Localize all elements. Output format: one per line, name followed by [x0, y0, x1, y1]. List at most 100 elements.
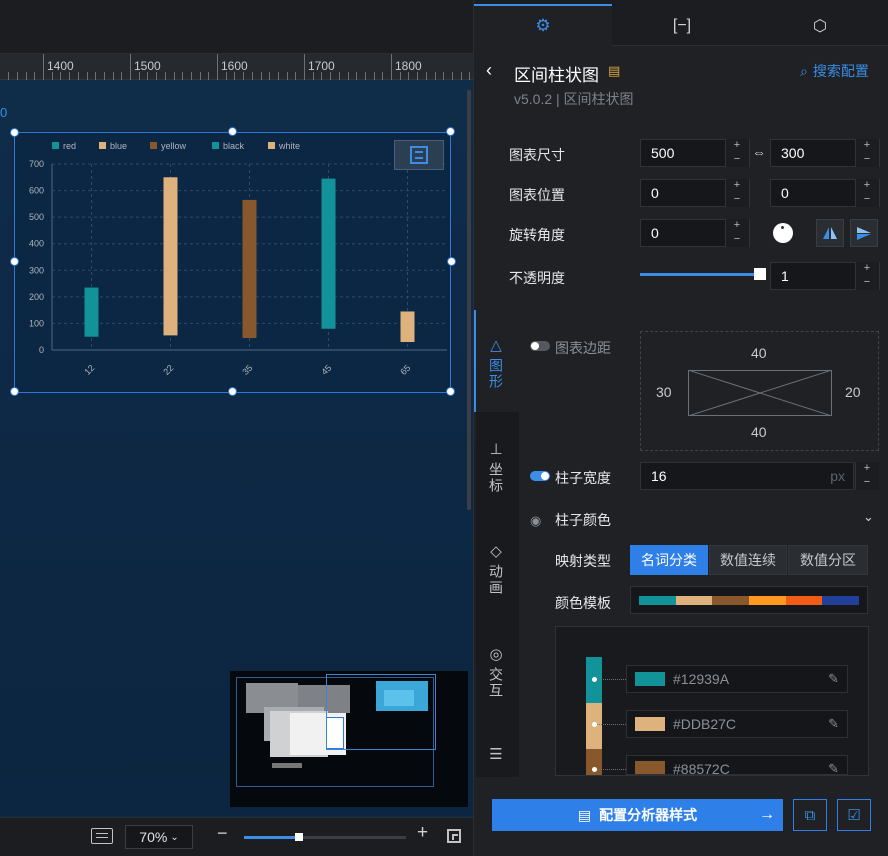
color-row[interactable]: #DDB27C ✎ [626, 710, 848, 738]
color-swatch[interactable] [635, 717, 665, 731]
margin-left[interactable]: 30 [656, 384, 672, 400]
margin-bottom[interactable]: 40 [751, 424, 767, 440]
chevron-down-icon: ⌄ [170, 831, 179, 843]
vtab-axis[interactable]: ⊥ 坐标 [474, 440, 518, 500]
template-color [639, 595, 676, 605]
canvas-panel: 1400 1500 1600 1700 1800 0 700 600 500 400 3… [0, 0, 473, 856]
resize-handle[interactable] [10, 128, 19, 137]
resize-handle[interactable] [10, 257, 19, 266]
config-panel: ⚙ [−] ⬡ ‹ 区间柱状图 ▤ ⌕ 搜索配置 v5.0.2 | 区间柱状图 图… [473, 0, 888, 856]
chart-type-icon[interactable] [394, 140, 444, 170]
rotation-dial[interactable] [773, 223, 793, 243]
collapse-icon[interactable]: ⌄ [863, 509, 874, 525]
search-config-link[interactable]: ⌕ 搜索配置 [800, 61, 869, 81]
ruler-tick [86, 72, 88, 80]
vtab-list[interactable]: ☰ [474, 745, 518, 775]
size-label: 图表尺寸 [509, 147, 565, 163]
margin-top[interactable]: 40 [751, 345, 767, 361]
flip-vertical-button[interactable] [850, 219, 878, 247]
pos-y-stepper[interactable]: + − [855, 179, 879, 207]
margin-toggle[interactable] [530, 341, 550, 351]
margin-right[interactable]: 20 [845, 384, 861, 400]
rotation-label: 旋转角度 [509, 227, 565, 243]
list-icon: ☰ [489, 746, 503, 763]
range-bar [242, 199, 257, 339]
pin-icon[interactable]: ✎ [828, 671, 839, 687]
ruler-tick [269, 72, 271, 80]
vtab-shape[interactable]: △ 图形 [474, 336, 518, 396]
keyboard-icon[interactable] [91, 828, 113, 844]
copy-check-button[interactable]: ☑ [837, 799, 871, 831]
color-row[interactable]: #88572C ✎ [626, 755, 848, 775]
ruler-tick [112, 72, 114, 80]
bar-width-input[interactable]: 16 px [640, 462, 854, 490]
pos-x-stepper[interactable]: + − [725, 179, 749, 207]
height-stepper[interactable]: + − [855, 139, 879, 167]
resize-handle[interactable] [446, 127, 455, 136]
sliders-icon: ⚙ [535, 16, 551, 35]
bar-width-toggle[interactable] [530, 471, 550, 481]
doc-icon[interactable]: ▤ [608, 63, 620, 79]
opacity-slider[interactable] [640, 268, 766, 280]
ruler-tick [190, 72, 192, 80]
tab-config[interactable]: ⚙ [474, 4, 612, 46]
opacity-stepper[interactable]: + − [855, 262, 879, 290]
rotation-stepper[interactable]: + − [725, 219, 749, 247]
color-swatch[interactable] [635, 672, 665, 686]
eye-icon[interactable]: ◉ [530, 513, 541, 529]
ruler-tick [347, 72, 349, 80]
ruler-tick [69, 72, 71, 80]
resize-handle[interactable] [228, 387, 237, 396]
pin-icon[interactable]: ✎ [828, 716, 839, 732]
bar-width-stepper[interactable]: + − [855, 462, 879, 490]
ruler-tick [382, 72, 384, 80]
resize-handle[interactable] [228, 127, 237, 136]
ruler-tick [469, 72, 471, 80]
ruler-tick [304, 54, 305, 80]
legend-swatch [52, 142, 59, 149]
position-label: 图表位置 [509, 187, 565, 203]
x-tick-label: 12 [82, 363, 96, 377]
pin-icon[interactable]: ✎ [828, 761, 839, 774]
opacity-slider-thumb[interactable] [754, 268, 766, 280]
map-type-category[interactable]: 名词分类 [630, 545, 708, 575]
legend-swatch [99, 142, 106, 149]
zoom-in-button[interactable]: + [417, 822, 428, 844]
copy-add-button[interactable]: ⧉ [793, 799, 827, 831]
chart-component[interactable]: 700 600 500 400 300 200 100 0 12 22 35 45 65 red blue y… [14, 132, 451, 393]
color-swatch[interactable] [635, 761, 665, 774]
resize-handle[interactable] [446, 387, 455, 396]
template-color [785, 595, 823, 605]
vtab-animation[interactable]: ◇ 动画 [474, 542, 518, 602]
tab-interaction[interactable]: ⬡ [751, 6, 888, 46]
tab-data[interactable]: [−] [613, 6, 751, 46]
layout-icon: ▤ [577, 806, 592, 823]
ruler-tick [451, 72, 453, 80]
zoom-slider-thumb[interactable] [295, 833, 303, 841]
axis-icon: ⊥ [489, 441, 503, 458]
fit-screen-icon[interactable] [447, 829, 461, 843]
analyzer-style-button[interactable]: ▤ 配置分析器样式 → [492, 799, 783, 831]
color-template-select[interactable] [630, 586, 868, 614]
resize-handle[interactable] [10, 387, 19, 396]
flip-horizontal-button[interactable] [816, 219, 844, 247]
ruler-tick [277, 72, 279, 80]
color-row[interactable]: #12939A ✎ [626, 665, 848, 693]
map-type-segmented[interactable]: 数值分区 [788, 545, 868, 575]
width-stepper[interactable]: + − [725, 139, 749, 167]
zoom-slider[interactable] [244, 833, 406, 841]
vtab-interaction[interactable]: ◎ 交互 [474, 645, 518, 705]
canvas-scrollbar[interactable] [467, 90, 471, 510]
ruler-tick [443, 72, 445, 80]
zoom-select[interactable]: 70% ⌄ [125, 825, 193, 849]
minimap[interactable] [230, 671, 468, 807]
back-icon[interactable]: ‹ [486, 60, 492, 81]
zoom-out-button[interactable]: − [217, 823, 228, 844]
resize-handle[interactable] [447, 257, 456, 266]
y-tick-label: 0 [39, 345, 44, 355]
legend-label: blue [110, 141, 127, 151]
minimap-viewport[interactable] [326, 674, 436, 750]
map-type-continuous[interactable]: 数值连续 [709, 545, 787, 575]
x-tick-label: 45 [319, 363, 333, 377]
link-ratio-icon[interactable]: ⇔ [752, 144, 766, 160]
